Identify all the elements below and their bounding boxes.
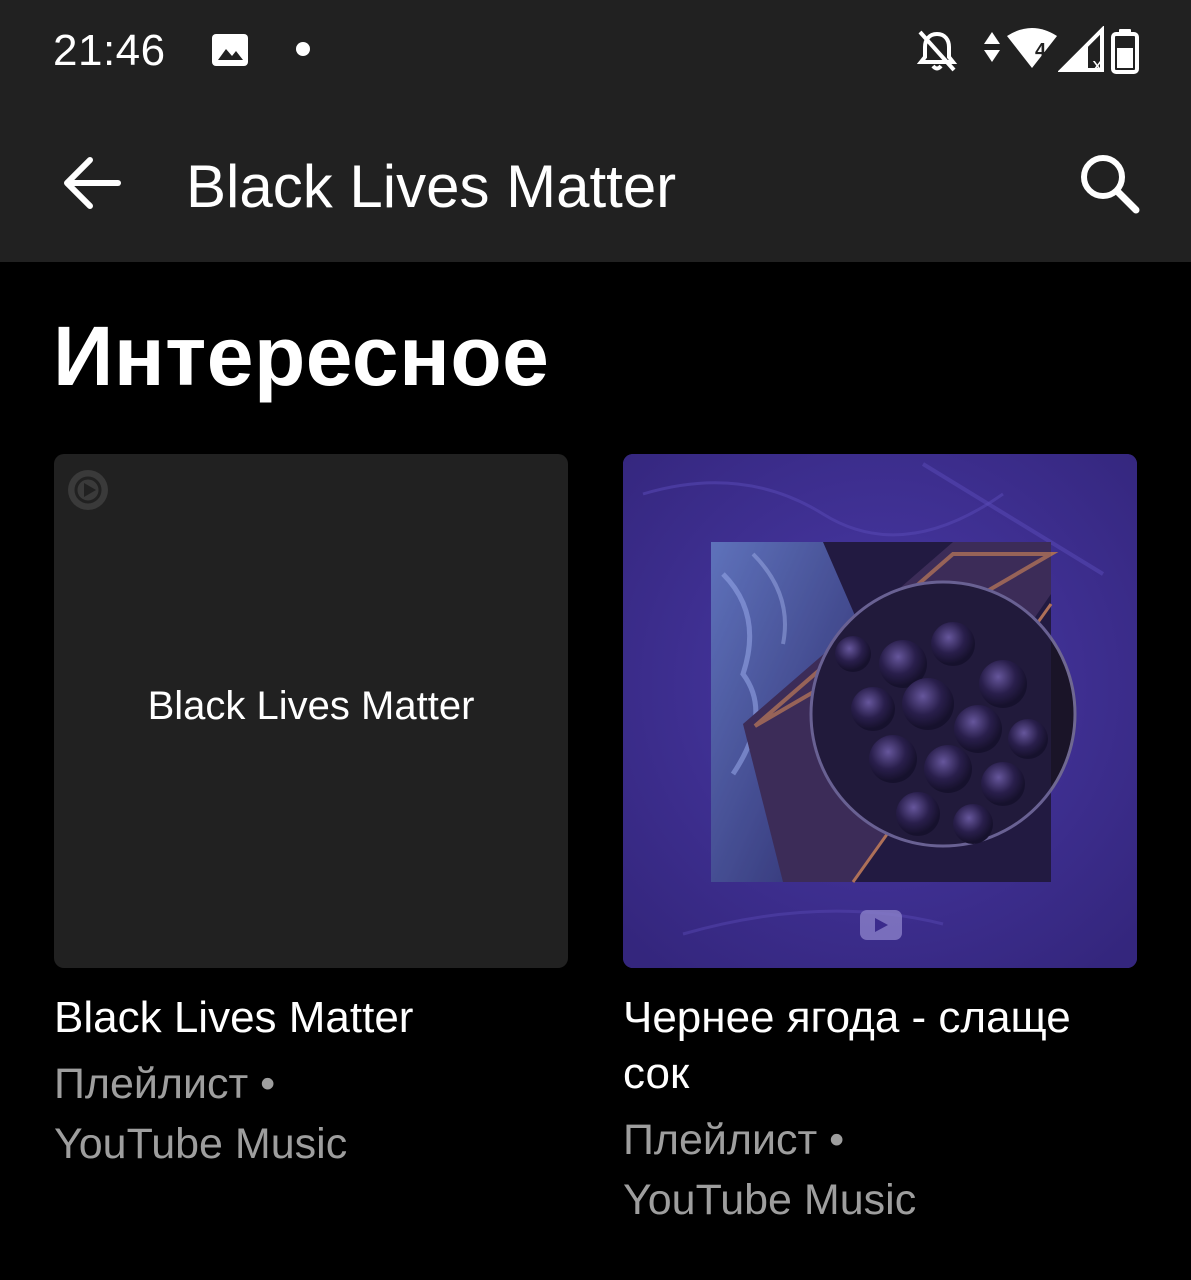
playlist-card[interactable]: Чернее ягода - слаще сок Плейлист • YouT… (623, 454, 1137, 1230)
battery-icon (1111, 29, 1139, 74)
wifi-badge: 4 (1035, 40, 1047, 62)
page-title: Black Lives Matter (186, 153, 677, 220)
back-button[interactable] (52, 148, 132, 218)
playlist-card[interactable]: Black Lives Matter Black Lives Matter Пл… (54, 454, 568, 1174)
thumbnail-label: Black Lives Matter (147, 684, 475, 728)
blackberries-artwork (623, 454, 1137, 968)
status-bar: 21:46 4 x (0, 0, 1191, 104)
youtube-music-icon (68, 470, 108, 510)
playlist-meta: Плейлист • YouTube Music (54, 1054, 568, 1174)
search-icon (1081, 155, 1140, 214)
signal-icon: x (1058, 26, 1104, 76)
playlist-thumbnail[interactable] (623, 454, 1137, 968)
do-not-disturb-icon (916, 30, 958, 72)
playlist-type: Плейлист • (54, 1060, 276, 1108)
playlist-source: YouTube Music (54, 1120, 348, 1168)
section-title: Интересное (53, 309, 550, 403)
app-bar: Black Lives Matter (0, 104, 1191, 262)
search-button[interactable] (1070, 144, 1150, 224)
notification-dot (296, 42, 310, 56)
playlist-type: Плейлист • (623, 1116, 845, 1164)
svg-text:x: x (1092, 55, 1103, 76)
wifi-icon: 4 (1005, 26, 1059, 76)
playlist-thumbnail[interactable]: Black Lives Matter (54, 454, 568, 968)
arrow-left-icon (64, 157, 121, 209)
playlist-meta: Плейлист • YouTube Music (623, 1110, 1137, 1230)
gallery-icon (212, 34, 248, 66)
playlist-source: YouTube Music (623, 1176, 917, 1224)
status-time: 21:46 (53, 26, 166, 75)
playlist-title: Чернее ягода - слаще сок (623, 993, 1071, 1098)
data-arrows-icon (984, 32, 1000, 62)
playlist-title: Black Lives Matter (54, 993, 414, 1042)
